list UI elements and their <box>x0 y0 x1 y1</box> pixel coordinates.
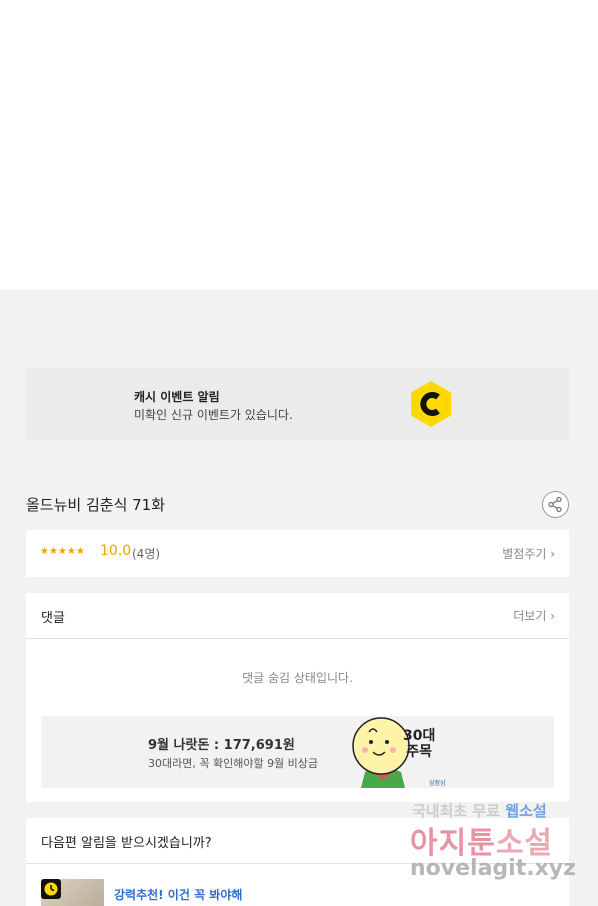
divider <box>26 638 569 639</box>
comment-hidden-message: 댓글 숨김 상태입니다. <box>242 671 353 685</box>
rating-count: (4명) <box>132 547 161 561</box>
ad-banner[interactable]: 9월 나랏돈 : 177,691원 30대라면, 꼭 확인해야할 9월 비상금 … <box>41 716 554 788</box>
comment-card: 댓글 더보기 › 댓글 숨김 상태입니다. 9월 나랏돈 : 177,691원 … <box>26 593 569 802</box>
comment-title: 댓글 <box>41 611 65 626</box>
ad-badge-line2: 주목 <box>406 744 433 760</box>
rating-card: ★★★★★ 10.0 (4명) 별점주기 › <box>26 530 569 577</box>
alarm-question: 다음편 알림을 받으시겠습니까? <box>41 836 212 851</box>
ad-badge-line1: 30대 <box>403 728 436 744</box>
site-watermark: 국내최초 무료 웹소설 아지툰소설 novelagit.xyz <box>410 798 590 898</box>
ad-badge: 30대 주목 <box>403 728 435 760</box>
cash-event-subtitle: 미확인 신규 이벤트가 있습니다. <box>134 408 293 422</box>
cash-event-title: 캐시 이벤트 알림 <box>134 390 220 404</box>
share-button[interactable] <box>542 491 569 518</box>
rating-score: 10.0 <box>100 543 132 559</box>
watermark-url: novelagit.xyz <box>410 856 576 881</box>
share-icon <box>548 496 562 513</box>
ad-brand-text: 삼점삼 <box>429 780 446 787</box>
rating-stars: ★★★★★ <box>40 546 85 557</box>
give-stars-button[interactable]: 별점주기 › <box>502 545 555 562</box>
recommend-thumbnail[interactable] <box>41 879 104 906</box>
recommend-link[interactable]: 강력추천! 이건 꼭 봐야해 <box>114 886 242 903</box>
cash-event-banner[interactable]: 캐시 이벤트 알림 미확인 신규 이벤트가 있습니다. <box>26 368 569 440</box>
episode-title: 올드뉴비 김춘식 71화 <box>26 496 166 514</box>
ad-subtitle: 30대라면, 꼭 확인해야할 9월 비상금 <box>148 757 319 770</box>
clock-icon <box>41 879 61 899</box>
ad-title: 9월 나랏돈 : 177,691원 <box>148 738 295 753</box>
comment-more-button[interactable]: 더보기 › <box>513 607 555 624</box>
coin-c-icon <box>411 381 451 427</box>
viewer-blank-area <box>0 0 598 290</box>
